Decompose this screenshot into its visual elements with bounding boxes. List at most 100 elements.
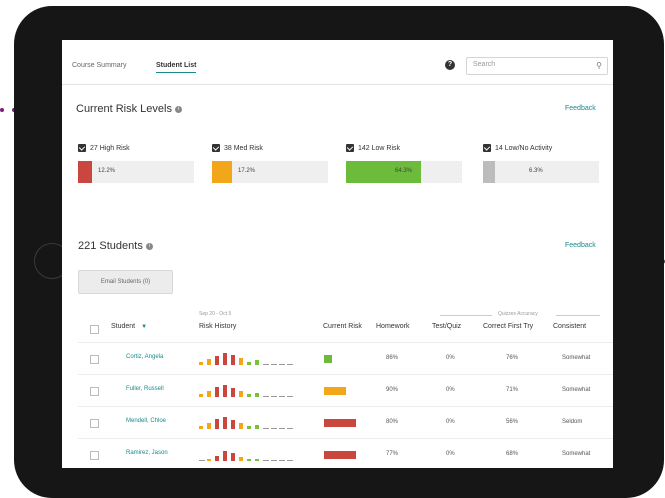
risk-filter-label[interactable]: 142 Low Risk xyxy=(346,144,462,156)
consistent-value: Seldom xyxy=(562,419,583,425)
homework-value: 80% xyxy=(386,419,399,425)
risk-history-bar xyxy=(271,396,277,397)
risk-history-bar xyxy=(199,426,203,429)
risk-history-bar xyxy=(279,428,285,429)
risk-history-bar xyxy=(239,457,243,461)
risk-history-bar xyxy=(255,393,259,397)
risk-history-bar xyxy=(207,423,211,429)
risk-checkbox[interactable] xyxy=(483,144,491,153)
risk-bar-fill xyxy=(212,161,232,183)
table-row[interactable]: Fuller, Russell 90% 0% 71% Somewhat xyxy=(78,374,613,407)
table-row[interactable]: Ramirez, Jason 77% 0% 68% Somewhat xyxy=(78,438,613,468)
search-input[interactable]: Search ⚲ xyxy=(466,57,608,75)
students-title: 221 Students i xyxy=(78,240,153,252)
consistent-value: Somewhat xyxy=(562,387,591,393)
table-row[interactable]: Mendell, Chloe 80% 0% 56% Seldom xyxy=(78,406,613,439)
risk-history-bar xyxy=(231,355,235,365)
risk-percent: 17.2% xyxy=(238,168,256,174)
col-risk-history: Risk History xyxy=(199,323,237,330)
callout-dot xyxy=(0,108,4,112)
risk-filter-label[interactable]: 27 High Risk xyxy=(78,144,194,156)
row-checkbox[interactable] xyxy=(90,419,99,428)
select-all-checkbox[interactable] xyxy=(90,325,99,334)
quizzes-group-label: Quizzes Accuracy xyxy=(498,311,538,317)
risk-checkbox[interactable] xyxy=(346,144,354,153)
correct-first-try-value: 76% xyxy=(506,355,519,361)
student-name-link[interactable]: Mendell, Chloe xyxy=(126,418,166,424)
risk-history-bar xyxy=(207,459,211,461)
risk-history-bar xyxy=(215,356,219,365)
risk-history-bar xyxy=(239,358,243,365)
risk-card: 142 Low Risk 64.3% xyxy=(346,144,462,183)
risk-history-bar xyxy=(215,419,219,429)
risk-history-bar xyxy=(231,453,235,461)
correct-first-try-value: 71% xyxy=(506,387,519,393)
risk-checkbox[interactable] xyxy=(212,144,220,153)
row-checkbox[interactable] xyxy=(90,387,99,396)
risk-history-bar xyxy=(207,391,211,397)
tab-student-list[interactable]: Student List xyxy=(156,62,197,73)
risk-percent: 6.3% xyxy=(529,168,543,174)
current-risk-bar xyxy=(324,355,356,363)
risk-filter-label[interactable]: 14 Low/No Activity xyxy=(483,144,599,156)
risk-history-bar xyxy=(263,460,269,461)
risk-history-bar xyxy=(271,460,277,461)
risk-card: 14 Low/No Activity 6.3% xyxy=(483,144,599,183)
row-checkbox[interactable] xyxy=(90,451,99,460)
risk-levels-title-text: Current Risk Levels xyxy=(76,103,172,115)
current-risk-fill xyxy=(324,419,356,427)
tab-course-summary[interactable]: Course Summary xyxy=(72,62,126,69)
risk-bar: 6.3% xyxy=(483,161,599,183)
risk-card: 27 High Risk 12.2% xyxy=(78,144,194,183)
risk-history-bar xyxy=(271,364,277,365)
risk-history-bar xyxy=(255,360,259,365)
risk-bar-fill xyxy=(78,161,92,183)
help-icon[interactable]: ? xyxy=(445,60,455,70)
risk-history-bar xyxy=(223,385,227,397)
sort-arrow-icon[interactable]: ▼ xyxy=(141,324,147,330)
current-risk-bar xyxy=(324,451,356,459)
risk-history-bar xyxy=(231,388,235,397)
email-students-button[interactable]: Email Students (0) xyxy=(78,270,173,294)
risk-history-bar xyxy=(271,428,277,429)
risk-feedback-link[interactable]: Feedback xyxy=(565,105,596,112)
col-correct-first-try: Correct First Try xyxy=(483,323,534,330)
student-name-link[interactable]: Fuller, Russell xyxy=(126,386,164,392)
risk-bar: 12.2% xyxy=(78,161,194,183)
risk-history-bar xyxy=(263,364,269,365)
student-name-link[interactable]: Cortiz, Angela xyxy=(126,354,163,360)
col-consistent: Consistent xyxy=(553,323,587,330)
risk-history-bar xyxy=(263,396,269,397)
risk-history-bar xyxy=(239,423,243,429)
homework-value: 77% xyxy=(386,451,399,457)
student-name-link[interactable]: Ramirez, Jason xyxy=(126,450,168,456)
col-current-risk: Current Risk xyxy=(323,323,362,330)
row-checkbox[interactable] xyxy=(90,355,99,364)
col-student[interactable]: Student ▼ xyxy=(111,323,147,330)
risk-card: 38 Med Risk 17.2% xyxy=(212,144,328,183)
risk-history-bar xyxy=(279,396,285,397)
correct-first-try-value: 68% xyxy=(506,451,519,457)
risk-label-text: 38 Med Risk xyxy=(224,145,263,152)
consistent-value: Somewhat xyxy=(562,451,591,457)
risk-history-bar xyxy=(287,460,293,461)
current-risk-bar xyxy=(324,419,356,427)
test-quiz-value: 0% xyxy=(446,387,455,393)
risk-history-bar xyxy=(287,364,293,365)
info-icon[interactable]: i xyxy=(174,105,182,113)
risk-checkbox[interactable] xyxy=(78,144,86,153)
app-screen: Course Summary Student List ? Search ⚲ C… xyxy=(62,40,613,468)
current-risk-bar xyxy=(324,387,356,395)
search-icon[interactable]: ⚲ xyxy=(596,61,602,70)
risk-filter-label[interactable]: 38 Med Risk xyxy=(212,144,328,156)
students-feedback-link[interactable]: Feedback xyxy=(565,242,596,249)
table-row[interactable]: Cortiz, Angela 86% 0% 76% Somewhat xyxy=(78,342,613,375)
risk-history-bar xyxy=(231,420,235,429)
risk-history-bar xyxy=(263,428,269,429)
risk-history-sparkline xyxy=(199,353,293,365)
risk-history-date: Sep 20 - Oct 5 xyxy=(199,311,232,317)
risk-history-sparkline xyxy=(199,385,293,397)
risk-history-bar xyxy=(279,364,285,365)
info-icon[interactable]: i xyxy=(145,242,153,250)
risk-history-bar xyxy=(199,394,203,397)
